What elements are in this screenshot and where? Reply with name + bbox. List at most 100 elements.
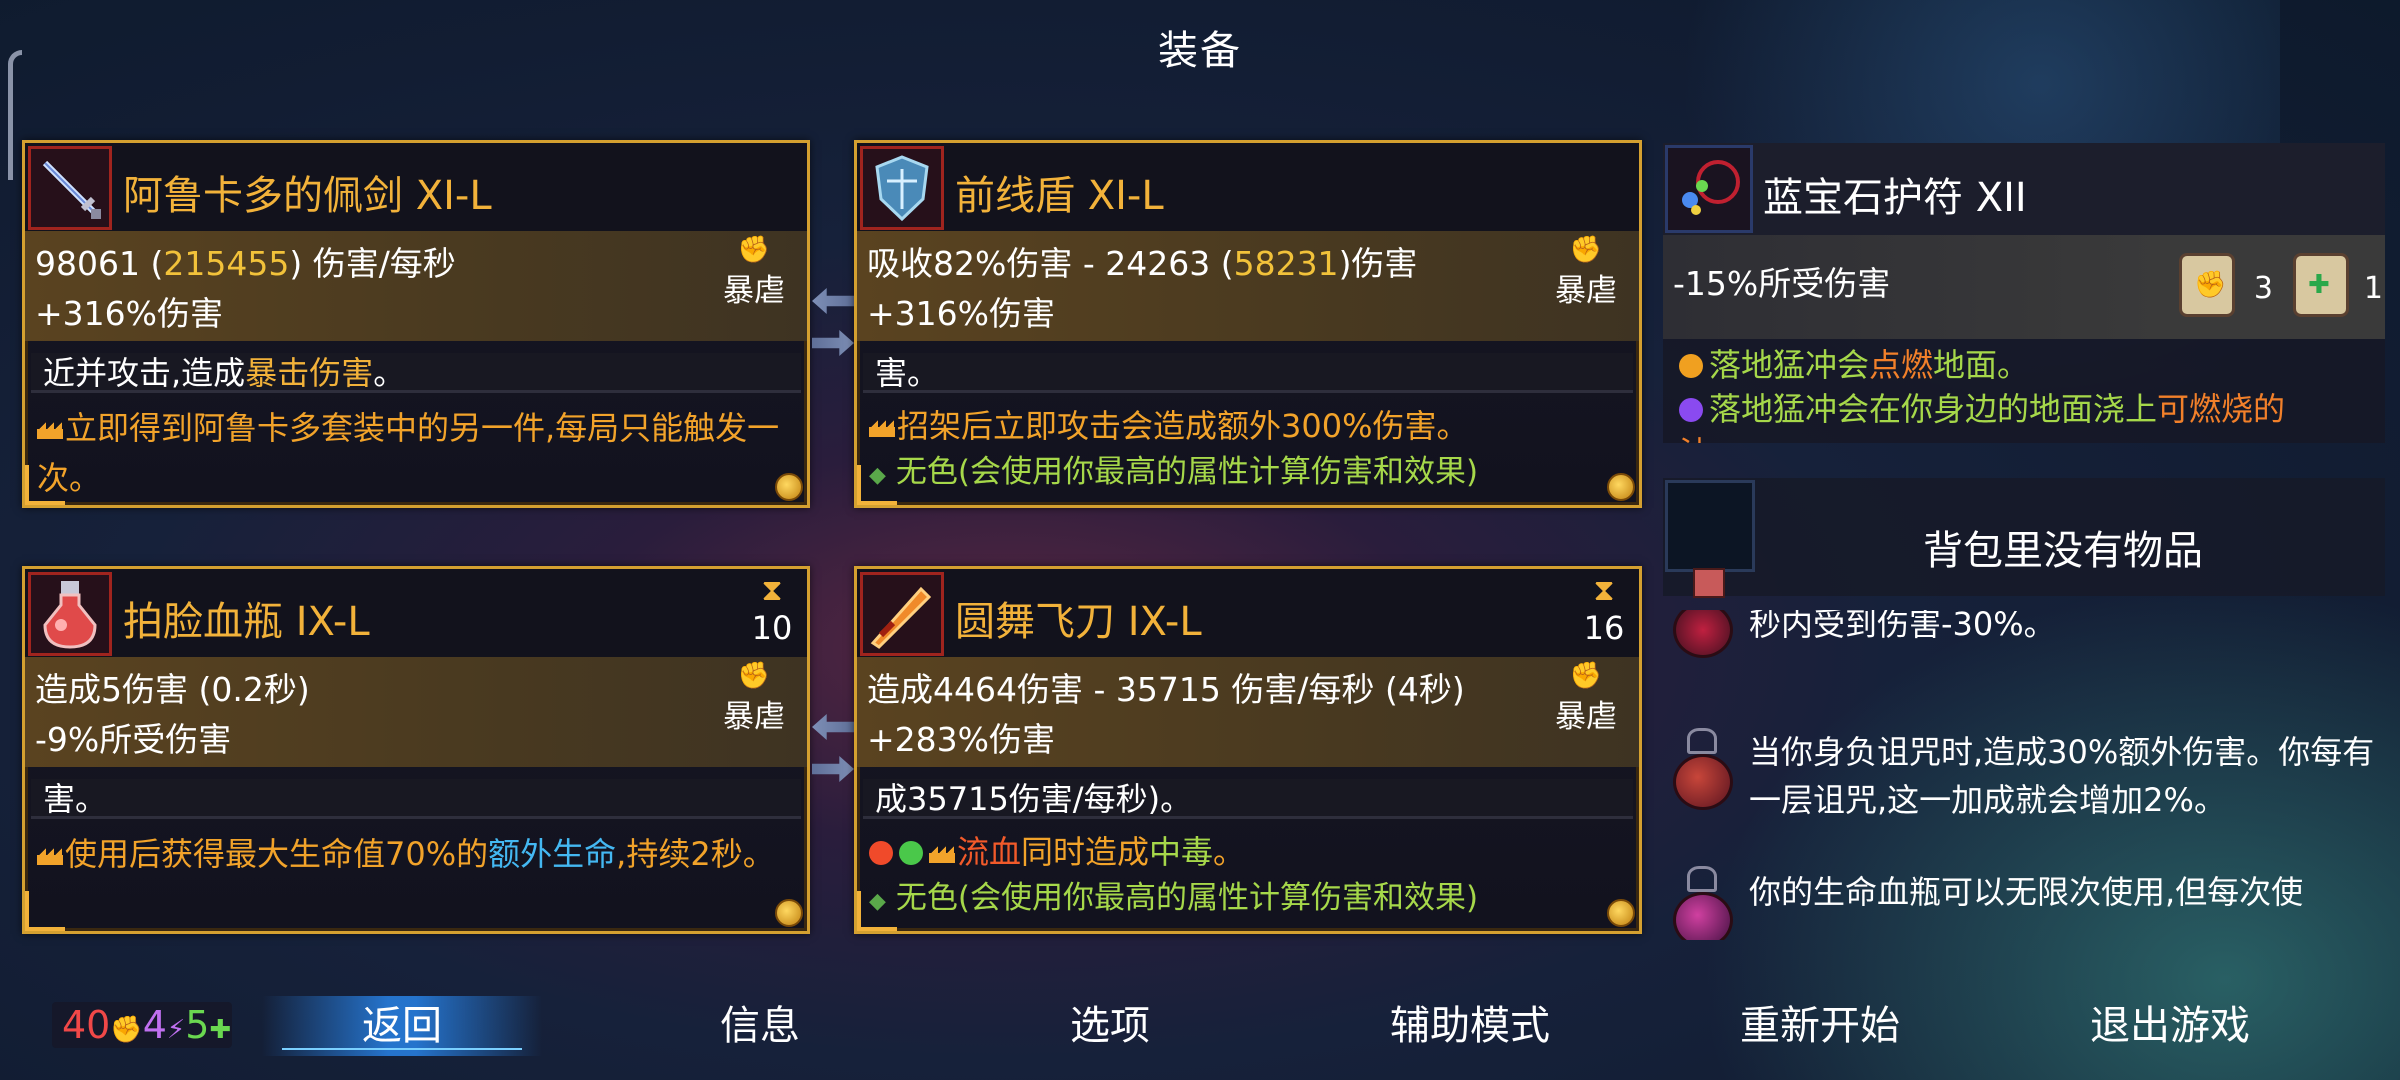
crown-icon	[37, 847, 63, 865]
character-face-icon	[1693, 568, 1725, 598]
backpack-slot[interactable]	[1665, 480, 1755, 572]
bleed-icon	[869, 841, 893, 865]
gold-coin-icon	[1607, 473, 1635, 501]
brutality-icon: ✊	[110, 1015, 143, 1045]
legendary-effect: 立即得到阿鲁卡多套装中的另一件,每局只能触发一次。	[37, 409, 780, 497]
item-name: 圆舞飞刀 IX-L	[955, 599, 1202, 645]
cooldown-indicator: ⧗ 16	[1579, 573, 1629, 647]
fist-icon: ✊	[1569, 661, 1603, 691]
corner-ornament	[25, 465, 65, 505]
brutality-scroll-count: 3	[2253, 271, 2273, 306]
gold-coin-icon	[775, 899, 803, 927]
fist-icon: ✊	[737, 661, 771, 691]
crown-icon	[869, 419, 895, 437]
crown-icon	[37, 421, 63, 439]
cooldown-indicator: ⧗ 10	[747, 573, 797, 647]
list-item[interactable]: 当你身负诅咒时,造成30%额外伤害。你每有一层诅咒,这一加成就会增加2%。	[1663, 722, 2385, 852]
item-description: 害。	[31, 779, 801, 819]
fist-icon: ✊	[737, 235, 771, 265]
absorb-stat: 吸收82%伤害 - 24263 (58231)伤害	[867, 244, 1418, 283]
swap-arrows-icon[interactable]	[812, 282, 854, 372]
gold-coin-icon	[775, 473, 803, 501]
options-button[interactable]: 选项	[990, 996, 1230, 1056]
item-name: 阿鲁卡多的佩剑 XI-L	[123, 173, 492, 219]
hourglass-icon: ⧗	[761, 573, 783, 608]
corner-ornament	[25, 891, 65, 931]
survival-scroll-count: 1	[2363, 271, 2383, 306]
legendary-effect: 招架后立即攻击会造成额外300%伤害。 ◆ 无色(会使用你最高的属性计算伤害和效果…	[869, 403, 1631, 499]
bottom-menu: 40✊4⚡5✚ 返回 信息 选项 辅助模式 重新开始 退出游戏	[0, 990, 2400, 1070]
quit-game-button[interactable]: 退出游戏	[2030, 996, 2310, 1056]
mutation-icon	[1673, 866, 1733, 940]
mutation-icon	[1673, 728, 1733, 810]
swap-arrows-icon[interactable]	[812, 708, 854, 798]
list-item[interactable]: 你的生命血瓶可以无限次使用,但每次使	[1663, 860, 2385, 940]
brutality-count: 40	[62, 1003, 111, 1047]
brutality-scroll-icon: ✊	[2179, 253, 2235, 317]
damage-taken-stat: -15%所受伤害	[1673, 264, 1891, 303]
brutality-indicator: ✊ 暴虐	[1541, 661, 1631, 736]
crown-icon	[929, 845, 955, 863]
damage-bonus-stat: +283%伤害	[867, 720, 1055, 759]
survival-icon: ✚	[209, 1015, 232, 1045]
hourglass-icon: ⧗	[1593, 573, 1615, 608]
sword-icon	[28, 146, 112, 230]
fist-icon: ✊	[1569, 235, 1603, 265]
survival-scroll-icon: ✚	[2293, 253, 2349, 317]
damage-stat: 造成4464伤害 - 35715 伤害/每秒 (4秒)	[867, 670, 1465, 709]
tactics-count: 4	[142, 1003, 167, 1047]
corner-ornament	[857, 891, 897, 931]
damage-taken-stat: -9%所受伤害	[35, 720, 232, 759]
damage-bonus-stat: +316%伤害	[35, 294, 223, 333]
gold-coin-icon	[1607, 899, 1635, 927]
fire-icon	[1679, 354, 1703, 378]
item-description: 近并攻击,造成暴击伤害。	[31, 353, 801, 393]
survival-count: 5	[185, 1003, 210, 1047]
stats-panel: 造成4464伤害 - 35715 伤害/每秒 (4秒) +283%伤害 ✊ 暴虐	[857, 657, 1639, 767]
backpack-panel[interactable]: 背包里没有物品	[1663, 478, 2385, 598]
amulet-icon	[1665, 145, 1753, 233]
tactics-icon: ⚡	[166, 1015, 186, 1045]
dagger-icon	[860, 572, 944, 656]
stats-panel: 98061 (215455) 伤害/每秒 +316%伤害 ✊ 暴虐	[25, 231, 807, 341]
legendary-effect: 流血同时造成中毒。 ◆ 无色(会使用你最高的属性计算伤害和效果)	[869, 829, 1631, 925]
page-title: 装备	[1158, 28, 1242, 74]
amulet-panel[interactable]: 蓝宝石护符 XII -15%所受伤害 ✊ 3 ✚ 1 落地猛冲会点燃地面。 落地…	[1663, 143, 2385, 443]
damage-stat: 造成5伤害 (0.2秒)	[35, 670, 310, 709]
brutality-indicator: ✊ 暴虐	[709, 661, 799, 736]
shield-icon	[860, 146, 944, 230]
list-item[interactable]: 在受伤后的3秒内造成伤害+35%,同时在3秒内受到伤害-30%。	[1663, 610, 2385, 682]
item-name: 前线盾 XI-L	[955, 173, 1164, 219]
stats-panel: 吸收82%伤害 - 24263 (58231)伤害 +316%伤害 ✊ 暴虐	[857, 231, 1639, 341]
dps-stat: 98061 (215455) 伤害/每秒	[35, 244, 456, 283]
backpack-empty-text: 背包里没有物品	[1923, 528, 2203, 574]
damage-bonus-stat: +316%伤害	[867, 294, 1055, 333]
poison-icon	[899, 841, 923, 865]
scroll-counter: 40✊4⚡5✚	[52, 1002, 232, 1048]
info-button[interactable]: 信息	[640, 996, 880, 1056]
amulet-effects: 落地猛冲会点燃地面。 落地猛冲会在你身边的地面浇上可燃烧的 油。	[1679, 343, 2375, 443]
brutality-indicator: ✊ 暴虐	[709, 235, 799, 310]
back-button[interactable]: 返回	[262, 996, 542, 1056]
item-description: 害。	[863, 353, 1633, 393]
item-description: 成35715伤害/每秒)。	[863, 779, 1633, 819]
weapon-card-frontline-shield[interactable]: 前线盾 XI-L 吸收82%伤害 - 24263 (58231)伤害 +316%…	[854, 140, 1642, 508]
weapon-card-alucard-sword[interactable]: 阿鲁卡多的佩剑 XI-L 98061 (215455) 伤害/每秒 +316%伤…	[22, 140, 810, 508]
skill-card-throwing-knives[interactable]: 圆舞飞刀 IX-L ⧗ 16 造成4464伤害 - 35715 伤害/每秒 (4秒…	[854, 566, 1642, 934]
colorless-label: ◆ 无色(会使用你最高的属性计算伤害和效果)	[869, 454, 1479, 490]
legendary-effect: 使用后获得最大生命值70%的额外生命,持续2秒。	[37, 829, 799, 879]
amulet-stats: -15%所受伤害 ✊ 3 ✚ 1	[1663, 235, 2385, 339]
mutation-icon	[1673, 610, 1733, 672]
colorless-label: ◆ 无色(会使用你最高的属性计算伤害和效果)	[869, 880, 1479, 916]
mutation-list[interactable]: 在受伤后的3秒内造成伤害+35%,同时在3秒内受到伤害-30%。 当你身负诅咒时…	[1663, 610, 2385, 940]
corner-ornament	[857, 465, 897, 505]
oil-icon	[1679, 398, 1703, 422]
assist-mode-button[interactable]: 辅助模式	[1330, 996, 1610, 1056]
amulet-name: 蓝宝石护符 XII	[1763, 175, 2027, 221]
stats-panel: 造成5伤害 (0.2秒) -9%所受伤害 ✊ 暴虐	[25, 657, 807, 767]
restart-button[interactable]: 重新开始	[1680, 996, 1960, 1056]
item-name: 拍脸血瓶 IX-L	[123, 599, 370, 645]
brutality-indicator: ✊ 暴虐	[1541, 235, 1631, 310]
potion-icon	[28, 572, 112, 656]
skill-card-health-flask[interactable]: 拍脸血瓶 IX-L ⧗ 10 造成5伤害 (0.2秒) -9%所受伤害 ✊ 暴虐 害…	[22, 566, 810, 934]
